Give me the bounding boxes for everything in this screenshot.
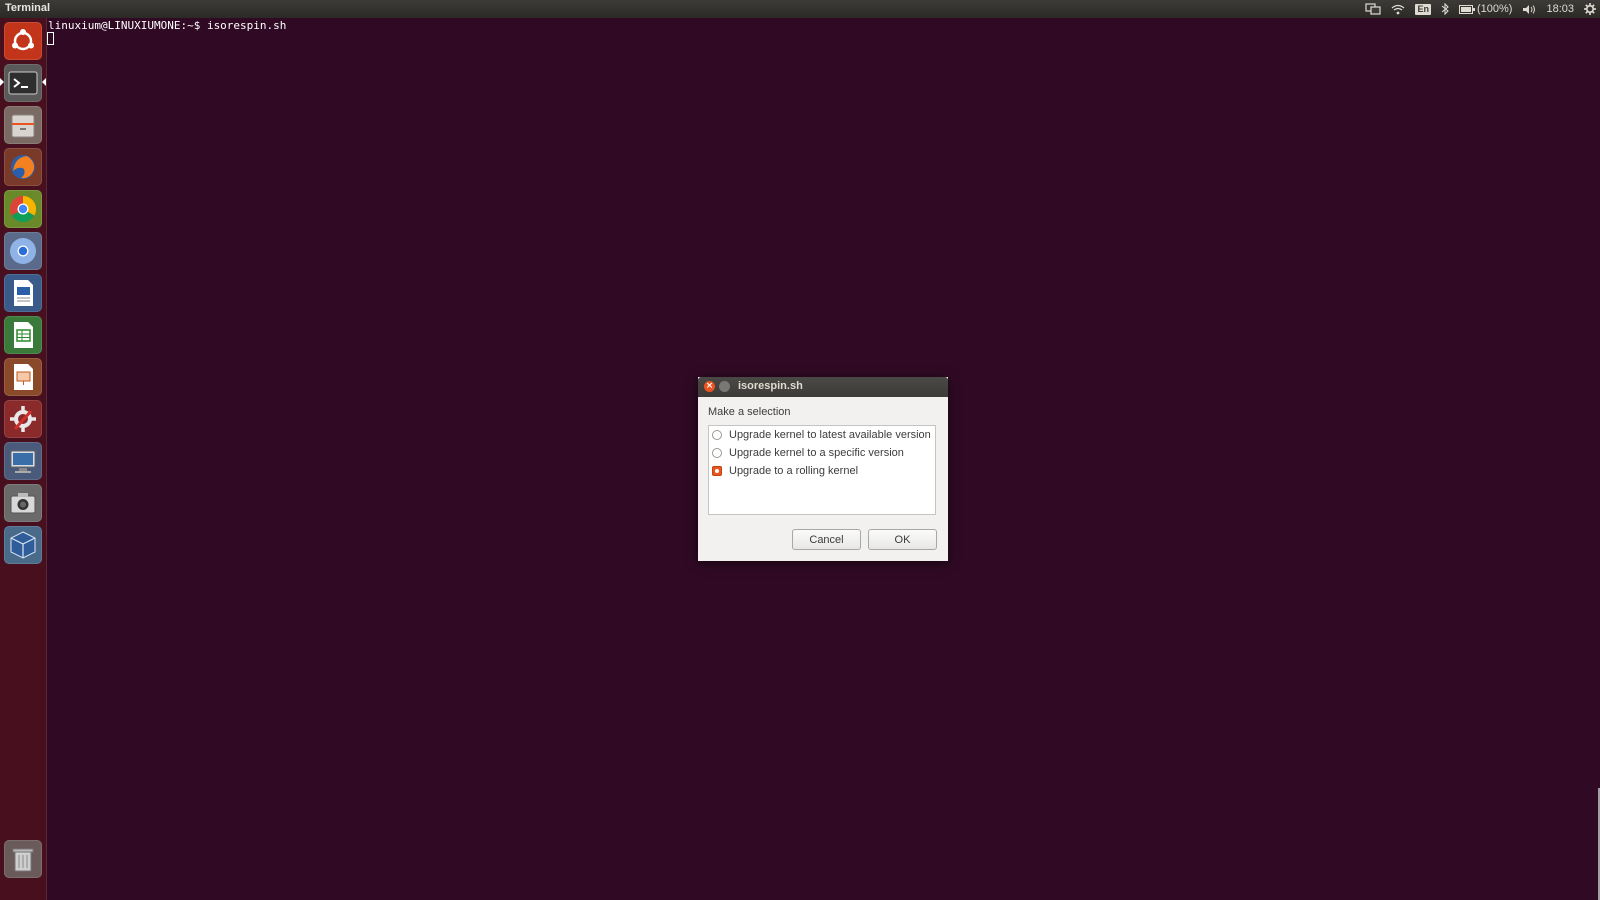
launcher-item-virtualbox[interactable] bbox=[4, 526, 42, 564]
impress-icon bbox=[14, 364, 33, 390]
calc-icon bbox=[14, 322, 33, 348]
launcher-item-dash[interactable] bbox=[4, 22, 42, 60]
option-list: Upgrade kernel to latest available versi… bbox=[708, 425, 936, 515]
launcher-item-screenshot[interactable] bbox=[4, 484, 42, 522]
dialog-minimize-button[interactable] bbox=[719, 381, 730, 392]
radio-button-selected[interactable] bbox=[712, 466, 722, 476]
dialog-title: isorespin.sh bbox=[738, 380, 803, 392]
launcher-item-chrome[interactable] bbox=[4, 190, 42, 228]
keyboard-layout-indicator[interactable]: En bbox=[1415, 3, 1431, 15]
dialog-close-button[interactable]: × bbox=[704, 381, 715, 392]
launcher-item-remote-desktop[interactable] bbox=[4, 442, 42, 480]
option-label: Upgrade kernel to latest available versi… bbox=[729, 429, 931, 441]
radio-button[interactable] bbox=[712, 448, 722, 458]
ok-button[interactable]: OK bbox=[868, 529, 937, 550]
battery-icon bbox=[1459, 4, 1475, 14]
battery-percent: (100%) bbox=[1477, 3, 1513, 15]
settings-icon bbox=[10, 406, 36, 432]
top-panel: Terminal En (100%) 18:03 bbox=[0, 0, 1600, 18]
dialog-prompt: Make a selection bbox=[708, 406, 791, 418]
file-cabinet-icon bbox=[11, 114, 35, 138]
bluetooth-icon[interactable] bbox=[1441, 3, 1449, 15]
radio-button[interactable] bbox=[712, 430, 722, 440]
indicator-area: En (100%) 18:03 bbox=[1365, 0, 1596, 18]
terminal-cursor bbox=[47, 32, 54, 45]
chromium-icon bbox=[10, 238, 36, 264]
terminal-icon bbox=[8, 71, 38, 95]
trash-icon bbox=[12, 848, 34, 872]
session-gear-icon[interactable] bbox=[1584, 3, 1596, 15]
launcher bbox=[0, 18, 47, 900]
launcher-item-files[interactable] bbox=[4, 106, 42, 144]
launcher-item-calc[interactable] bbox=[4, 316, 42, 354]
launcher-item-chromium[interactable] bbox=[4, 232, 42, 270]
ubuntu-logo-icon bbox=[12, 29, 34, 51]
clock[interactable]: 18:03 bbox=[1546, 3, 1574, 15]
launcher-item-firefox[interactable] bbox=[4, 148, 42, 186]
dialog-titlebar[interactable]: × isorespin.sh bbox=[698, 377, 948, 397]
monitor-icon bbox=[10, 450, 36, 473]
keyboard-layout-label: En bbox=[1415, 3, 1431, 15]
option-specific-kernel[interactable]: Upgrade kernel to a specific version bbox=[712, 445, 904, 461]
active-app-title: Terminal bbox=[5, 2, 51, 14]
battery-indicator[interactable]: (100%) bbox=[1459, 3, 1512, 15]
terminal-prompt-line: linuxium@LINUXIUMONE:~$ isorespin.sh bbox=[48, 19, 287, 32]
camera-icon bbox=[10, 493, 36, 514]
network-manager-icon[interactable] bbox=[1365, 3, 1382, 15]
chrome-icon bbox=[9, 195, 37, 223]
launcher-item-writer[interactable] bbox=[4, 274, 42, 312]
selection-dialog: × isorespin.sh Make a selection Upgrade … bbox=[698, 377, 948, 561]
wifi-icon[interactable] bbox=[1391, 4, 1405, 15]
close-icon: × bbox=[705, 381, 714, 391]
launcher-item-settings[interactable] bbox=[4, 400, 42, 438]
option-label: Upgrade kernel to a specific version bbox=[729, 447, 904, 459]
launcher-item-terminal[interactable] bbox=[4, 64, 42, 102]
firefox-icon bbox=[11, 155, 35, 179]
option-latest-kernel[interactable]: Upgrade kernel to latest available versi… bbox=[712, 427, 931, 443]
launcher-item-impress[interactable] bbox=[4, 358, 42, 396]
virtualbox-icon bbox=[10, 531, 36, 559]
option-label: Upgrade to a rolling kernel bbox=[729, 465, 859, 477]
option-rolling-kernel[interactable]: Upgrade to a rolling kernel bbox=[712, 463, 858, 479]
cancel-button[interactable]: Cancel bbox=[792, 529, 861, 550]
volume-icon[interactable] bbox=[1522, 4, 1536, 15]
launcher-item-trash[interactable] bbox=[4, 840, 42, 878]
focus-indicator bbox=[42, 78, 46, 86]
writer-icon bbox=[14, 280, 33, 306]
